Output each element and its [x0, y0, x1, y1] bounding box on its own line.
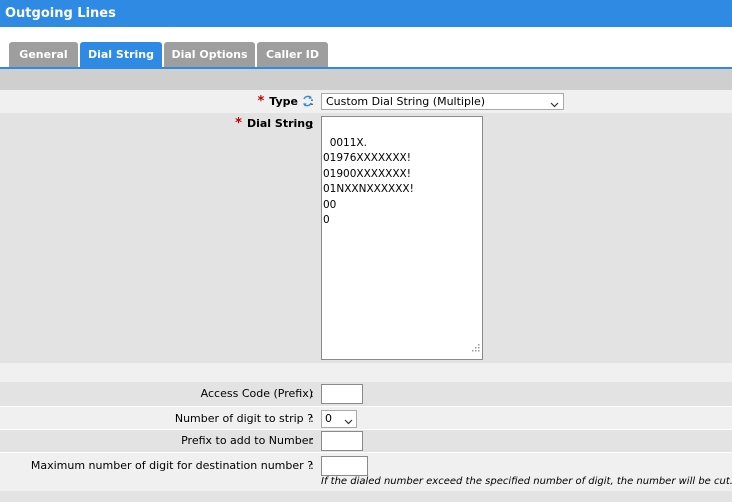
- max-digits-label: Maximum number of digit for destination …: [30, 459, 313, 472]
- resize-grip-icon[interactable]: [472, 342, 480, 358]
- access-code-colon: :: [310, 387, 314, 400]
- dial-string-colon: :: [310, 118, 314, 131]
- digit-strip-row-band: [0, 407, 732, 429]
- spacer-band: [0, 363, 732, 382]
- max-digits-input[interactable]: [321, 456, 368, 476]
- digit-strip-label: Number of digit to strip ?: [174, 412, 313, 425]
- type-colon: :: [310, 95, 314, 108]
- prefix-input[interactable]: [321, 431, 363, 451]
- window-title: Outgoing Lines: [0, 0, 732, 27]
- required-marker: *: [235, 116, 242, 131]
- dial-string-label: Dial String: [246, 117, 313, 130]
- tab-general[interactable]: General: [9, 42, 78, 68]
- dial-string-text: 0011X. 01976XXXXXXX! 01900XXXXXXX! 01NXX…: [323, 136, 414, 227]
- bottom-band: [0, 491, 732, 502]
- max-digits-colon: :: [310, 459, 314, 472]
- access-code-row-band: [0, 382, 732, 406]
- max-digits-hint: If the dialed number exceed the specifie…: [321, 476, 732, 487]
- prefix-row-band: [0, 430, 732, 452]
- access-code-label: Access Code (Prefix): [200, 387, 313, 400]
- type-label: Type: [269, 95, 298, 108]
- access-code-input[interactable]: [321, 384, 363, 404]
- type-label-group: * Type: [257, 94, 313, 110]
- chevron-down-icon: [550, 97, 559, 112]
- tab-dial-string[interactable]: Dial String: [80, 42, 162, 68]
- tab-caller-id[interactable]: Caller ID: [257, 42, 328, 68]
- type-select[interactable]: Custom Dial String (Multiple): [321, 93, 564, 110]
- digit-strip-value: 0: [325, 412, 332, 425]
- chevron-down-icon: [344, 414, 353, 430]
- section-header-band: [0, 69, 732, 90]
- type-select-value: Custom Dial String (Multiple): [326, 95, 486, 108]
- prefix-label: Prefix to add to Number: [181, 434, 313, 447]
- digit-strip-select[interactable]: 0: [321, 410, 357, 428]
- prefix-colon: :: [310, 434, 314, 447]
- digit-strip-colon: :: [310, 412, 314, 425]
- required-marker: *: [257, 94, 265, 109]
- tab-bar: General Dial String Dial Options Caller …: [0, 42, 732, 68]
- tab-dial-options[interactable]: Dial Options: [164, 42, 255, 68]
- dial-string-label-group: * Dial String: [235, 116, 313, 131]
- dial-string-textarea[interactable]: 0011X. 01976XXXXXXX! 01900XXXXXXX! 01NXX…: [321, 116, 483, 360]
